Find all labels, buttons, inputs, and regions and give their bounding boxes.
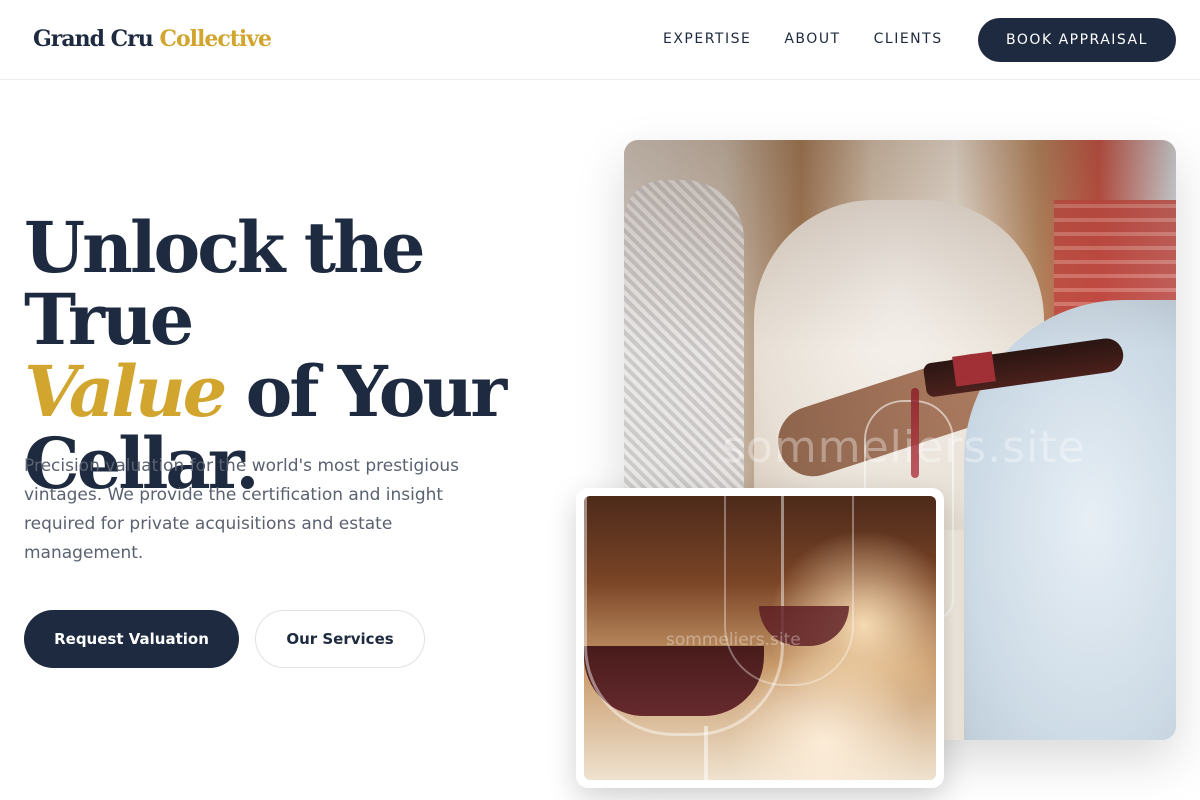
photo-shape <box>704 726 708 780</box>
main-nav: EXPERTISE ABOUT CLIENTS <box>663 31 976 47</box>
brand-name: Grand Cru <box>33 26 154 52</box>
hero-lead-text: Precision valuation for the world's most… <box>24 456 459 563</box>
site-header: Grand Cru Collective EXPERTISE ABOUT CLI… <box>0 0 1200 80</box>
headline-line-1: Unlock the True <box>24 206 425 361</box>
nav-link-clients[interactable]: CLIENTS <box>874 31 943 47</box>
photo-watermark: sommeliers.site <box>722 422 1086 473</box>
brand-name-accent: Collective <box>159 26 272 52</box>
headline-line-2: of Your <box>224 350 508 433</box>
nav-link-expertise[interactable]: EXPERTISE <box>663 31 751 47</box>
book-appraisal-button[interactable]: BOOK APPRAISAL <box>978 18 1176 62</box>
photo-shape <box>724 496 854 686</box>
headline-accent: Value <box>24 350 227 433</box>
inset-photo-wine-glasses: sommeliers.site <box>584 496 936 780</box>
inset-photo-frame: sommeliers.site <box>576 488 944 788</box>
inset-photo-watermark: sommeliers.site <box>666 630 801 650</box>
our-services-button[interactable]: Our Services <box>255 610 425 668</box>
brand-logo[interactable]: Grand Cru Collective <box>33 26 272 52</box>
nav-link-about[interactable]: ABOUT <box>784 31 840 47</box>
request-valuation-button[interactable]: Request Valuation <box>24 610 239 668</box>
